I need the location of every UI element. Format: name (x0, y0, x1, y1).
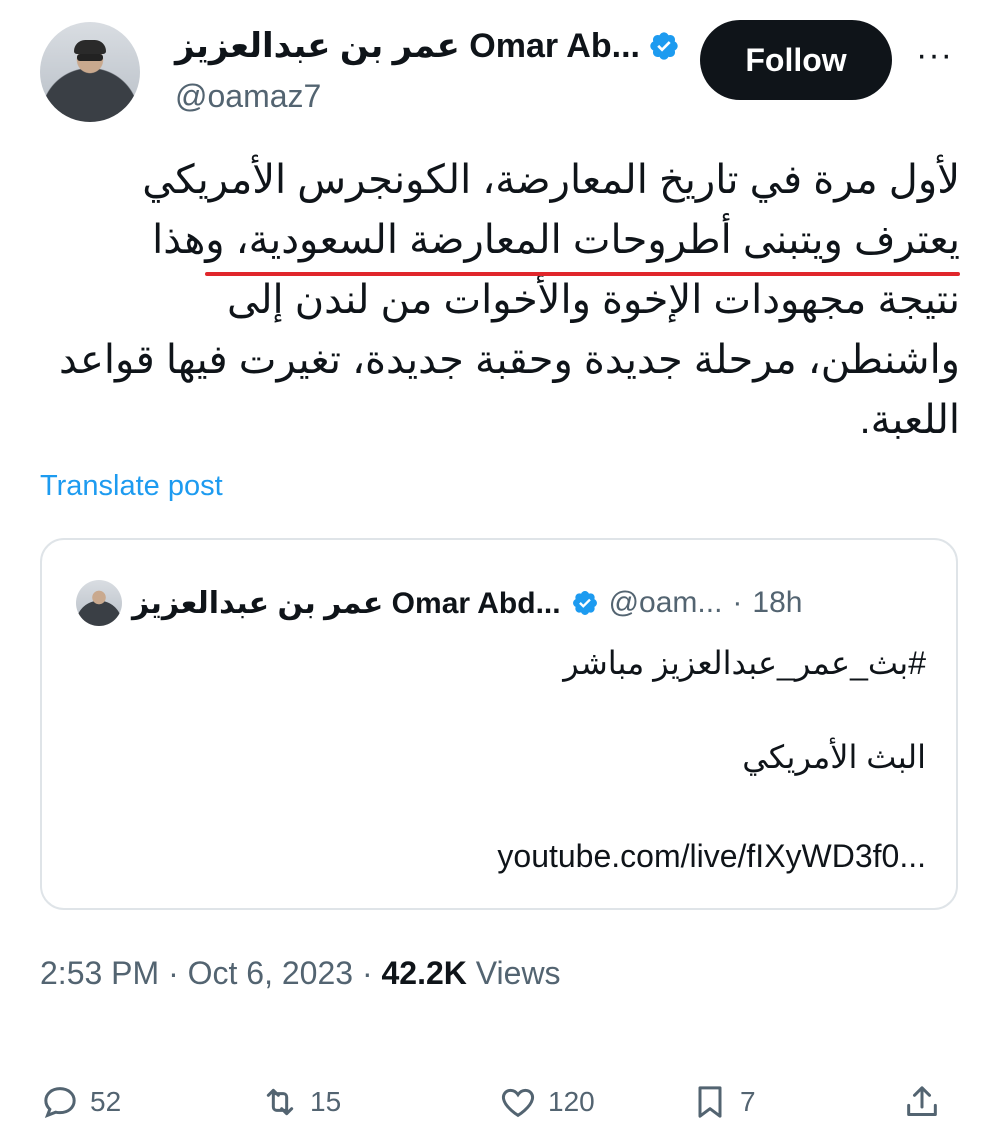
follow-button[interactable]: Follow (700, 20, 892, 100)
quoted-separator: · (732, 586, 743, 619)
action-bar: 52 15 120 7 (40, 1082, 960, 1128)
post-text: لأول مرة في تاريخ المعارضة، الكونجرس الأ… (40, 150, 960, 450)
bookmark-icon (698, 1086, 722, 1118)
author-avatar[interactable] (40, 22, 140, 122)
quoted-post-header: عمر بن عبدالعزيز Omar Abd... @oam... · 1… (76, 580, 802, 626)
translate-post-link[interactable]: Translate post (40, 470, 223, 503)
repost-icon (266, 1088, 294, 1116)
post-header: عمر بن عبدالعزيز Omar Ab... @oamaz7 Foll… (40, 18, 970, 128)
post-time[interactable]: 2:53 PM (40, 955, 159, 991)
bookmark-count: 7 (740, 1086, 756, 1117)
share-icon (907, 1086, 937, 1116)
views-count: 42.2K (381, 955, 467, 991)
views-label: Views (475, 955, 561, 991)
post-line-1: لأول مرة في تاريخ المعارضة، الكونجرس الأ… (142, 158, 960, 202)
quoted-hashtag-line[interactable]: #بث_عمر_عبدالعزيز مباشر (563, 644, 926, 682)
quoted-verified-badge-icon (572, 591, 597, 615)
like-button[interactable]: 120 (498, 1082, 595, 1122)
avatar-hair (74, 40, 106, 54)
quoted-post[interactable]: عمر بن عبدالعزيز Omar Abd... @oam... · 1… (40, 538, 958, 910)
quoted-author-handle[interactable]: @oam... (609, 586, 723, 620)
reply-count: 52 (90, 1086, 122, 1117)
like-count: 120 (548, 1086, 595, 1117)
post-line-4: واشنطن، مرحلة جديدة وحقبة جديدة، تغيرت ف… (58, 338, 960, 382)
post-line-2: يعترف ويتبنى أطروحات المعارضة السعودية، … (152, 218, 960, 262)
share-button[interactable] (902, 1082, 942, 1122)
heart-icon (501, 1088, 535, 1118)
quoted-author-avatar[interactable] (76, 580, 122, 626)
post-line-3: نتيجة مجهودات الإخوة والأخوات من لندن إل… (227, 278, 960, 322)
verified-badge-icon (650, 32, 678, 60)
meta-separator-2: · (361, 955, 373, 991)
author-name-row[interactable]: عمر بن عبدالعزيز Omar Ab... (175, 26, 680, 66)
reply-button[interactable]: 52 (40, 1082, 121, 1122)
more-options-icon[interactable]: ··· (916, 36, 953, 75)
post-metadata: 2:53 PM · Oct 6, 2023 · 42.2K Views (40, 955, 561, 992)
post-line-5: اللعبة. (859, 398, 960, 442)
highlight-underline (205, 272, 960, 276)
quoted-post-time[interactable]: 18h (752, 586, 802, 620)
reply-icon (44, 1087, 76, 1118)
author-handle[interactable]: @oamaz7 (175, 78, 321, 115)
repost-button[interactable]: 15 (260, 1082, 341, 1122)
post-date[interactable]: Oct 6, 2023 (188, 955, 353, 991)
quoted-text-line: البث الأمريكي (742, 739, 926, 775)
meta-separator-1: · (168, 955, 179, 991)
avatar-glasses (77, 54, 103, 61)
author-name[interactable]: عمر بن عبدالعزيز Omar Ab... (175, 26, 640, 66)
quoted-youtube-link[interactable]: youtube.com/live/fIXyWD3f0... (497, 838, 926, 875)
bookmark-button[interactable]: 7 (690, 1082, 756, 1122)
quoted-author-name[interactable]: عمر بن عبدالعزيز Omar Abd... (132, 586, 561, 621)
repost-count: 15 (310, 1086, 342, 1117)
